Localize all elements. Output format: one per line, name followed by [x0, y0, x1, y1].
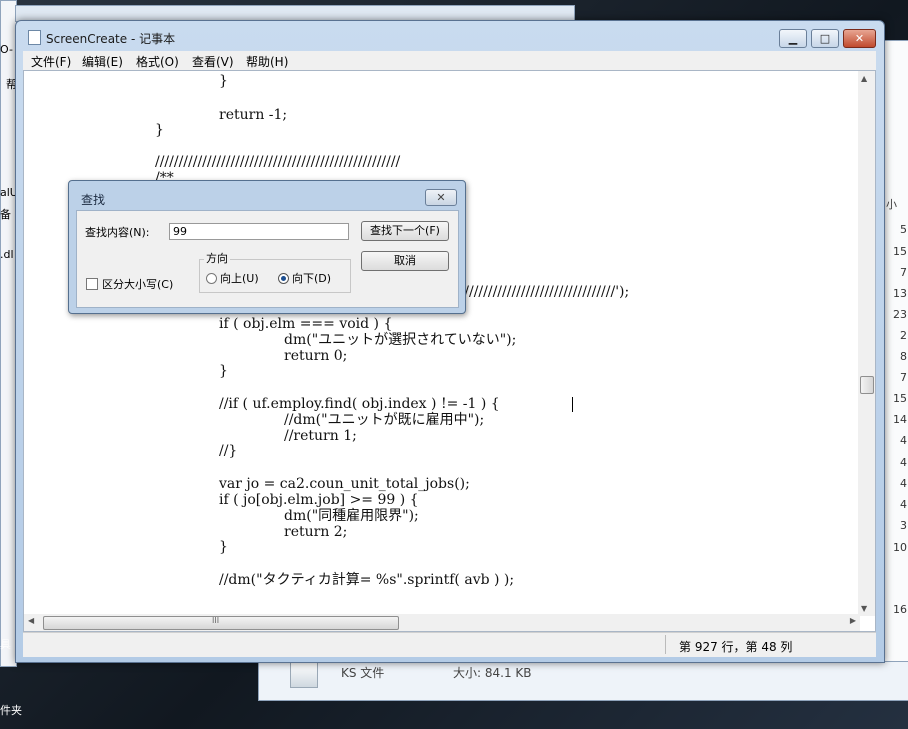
match-case-checkbox[interactable]: 区分大小写(C) [86, 276, 173, 292]
radio-down[interactable]: 向下(D) [278, 270, 331, 286]
find-input[interactable] [169, 223, 349, 240]
title-bar[interactable]: ScreenCreate - 记事本 ▁ □ ✕ [16, 21, 884, 51]
close-button[interactable]: ✕ [843, 29, 876, 48]
bg-fragment-4: 备 [0, 208, 11, 221]
bg-right-number: 5 [900, 223, 907, 236]
bg-right-number: 7 [900, 266, 907, 279]
bg-fragment-6: 具 [0, 638, 11, 651]
code-line: } [219, 539, 228, 555]
menu-edit[interactable]: 编辑(E) [82, 53, 123, 70]
find-dialog: 查找 ✕ 查找内容(N): 查找下一个(F) 取消 方向 向上(U) 向下(D)… [68, 180, 466, 314]
code-line: return -1; [219, 107, 288, 123]
horizontal-scrollbar[interactable]: ◀ III ▶ [24, 614, 860, 631]
bg-right-number: 10 [893, 541, 907, 554]
notepad-window: ScreenCreate - 记事本 ▁ □ ✕ 文件(F) 编辑(E) 格式(… [15, 20, 885, 663]
code-line: //return 1; [284, 428, 357, 444]
code-line: return 2; [284, 524, 348, 540]
find-next-button[interactable]: 查找下一个(F) [361, 221, 449, 241]
bg-right-number: 15 [893, 392, 907, 405]
scroll-down-arrow-icon[interactable]: ▼ [861, 604, 867, 613]
bg-right-number: 15 [893, 245, 907, 258]
direction-label: 方向 [204, 250, 230, 266]
match-case-box[interactable] [86, 278, 98, 290]
bg-right-number: 4 [900, 434, 907, 447]
code-line: dm("ユニットが選択されていない"); [284, 332, 517, 348]
scroll-up-arrow-icon[interactable]: ▲ [861, 74, 867, 83]
code-area[interactable]: } return -1; } /////////////////////////… [24, 71, 864, 616]
code-line: } [219, 363, 228, 379]
bg-right-number: 7 [900, 371, 907, 384]
radio-up[interactable]: 向上(U) [206, 270, 259, 286]
bg-right-number: 16 [893, 603, 907, 616]
code-line: if ( obj.elm === void ) { [219, 316, 393, 332]
radio-up-label: 向上(U) [220, 272, 259, 285]
bg-fragment-7: 件夹 [0, 704, 22, 717]
code-line: //dm("ユニットが既に雇用中"); [284, 412, 485, 428]
find-dialog-title: 查找 [81, 193, 106, 207]
radio-down-indicator[interactable] [278, 272, 289, 284]
status-divider [665, 635, 666, 654]
code-line: ////////////////////////////////////////… [155, 154, 401, 170]
menu-format[interactable]: 格式(O) [136, 53, 179, 70]
notepad-icon [28, 30, 41, 45]
bg-file-size: 大小: 84.1 KB [453, 666, 532, 680]
cancel-button[interactable]: 取消 [361, 251, 449, 271]
code-line: } [155, 122, 164, 138]
ks-file-icon [290, 662, 318, 688]
bg-right-number: 4 [900, 456, 907, 469]
bg-right-number: 8 [900, 350, 907, 363]
vertical-scroll-thumb[interactable] [860, 376, 874, 394]
code-line: //if ( uf.employ.find( obj.index ) != -1… [219, 396, 500, 412]
bg-right-number: 4 [900, 498, 907, 511]
window-title: ScreenCreate - 记事本 [46, 32, 176, 46]
menu-bar: 文件(F) 编辑(E) 格式(O) 查看(V) 帮助(H) [23, 51, 876, 70]
scroll-right-arrow-icon[interactable]: ▶ [850, 616, 856, 625]
vertical-scrollbar[interactable]: ▲ ▼ [858, 71, 875, 616]
text-cursor [572, 397, 573, 412]
direction-group: 方向 向上(U) 向下(D) [199, 250, 351, 293]
maximize-button[interactable]: □ [811, 29, 839, 48]
text-editor[interactable]: } return -1; } /////////////////////////… [23, 70, 876, 632]
radio-down-selected-dot [281, 275, 286, 281]
code-line: } [219, 73, 228, 89]
find-label: 查找内容(N): [85, 226, 150, 239]
code-line: return 0; [284, 348, 348, 364]
bg-fragment-1: O- [0, 43, 13, 56]
code-line: if ( jo[obj.elm.job] >= 99 ) { [219, 492, 419, 508]
code-line: //} [219, 443, 238, 459]
bg-file-type: KS 文件 [341, 666, 385, 680]
minimize-button[interactable]: ▁ [779, 29, 807, 48]
bg-right-number: 4 [900, 477, 907, 490]
bg-fragment-5: .dl [0, 248, 14, 261]
code-line: var jo = ca2.coun_unit_total_jobs(); [219, 476, 470, 492]
bg-right-number: 13 [893, 287, 907, 300]
status-bar: 第 927 行，第 48 列 [23, 632, 876, 657]
radio-down-label: 向下(D) [292, 272, 332, 285]
find-dialog-body: 查找内容(N): 查找下一个(F) 取消 方向 向上(U) 向下(D) 区分大小… [76, 210, 459, 308]
menu-help[interactable]: 帮助(H) [246, 53, 288, 70]
horizontal-scroll-thumb[interactable]: III [43, 616, 399, 630]
menu-view[interactable]: 查看(V) [192, 53, 234, 70]
bg-right-number: 14 [893, 413, 907, 426]
bg-right-number: 3 [900, 519, 907, 532]
code-line: //dm("タクティカ計算= %s".sprintf( avb ) ); [219, 572, 515, 588]
scroll-left-arrow-icon[interactable]: ◀ [28, 616, 34, 625]
menu-file[interactable]: 文件(F) [31, 53, 71, 70]
radio-up-indicator[interactable] [206, 272, 217, 284]
code-line: dm("同種雇用限界"); [284, 508, 419, 524]
find-close-button[interactable]: ✕ [425, 189, 457, 206]
bg-right-number: 2 [900, 329, 907, 342]
bg-right-header: 小 [886, 198, 897, 211]
cursor-position: 第 927 行，第 48 列 [679, 640, 793, 654]
scroll-grip: III [212, 616, 220, 625]
match-case-label: 区分大小写(C) [102, 278, 174, 291]
bg-right-number: 23 [893, 308, 907, 321]
